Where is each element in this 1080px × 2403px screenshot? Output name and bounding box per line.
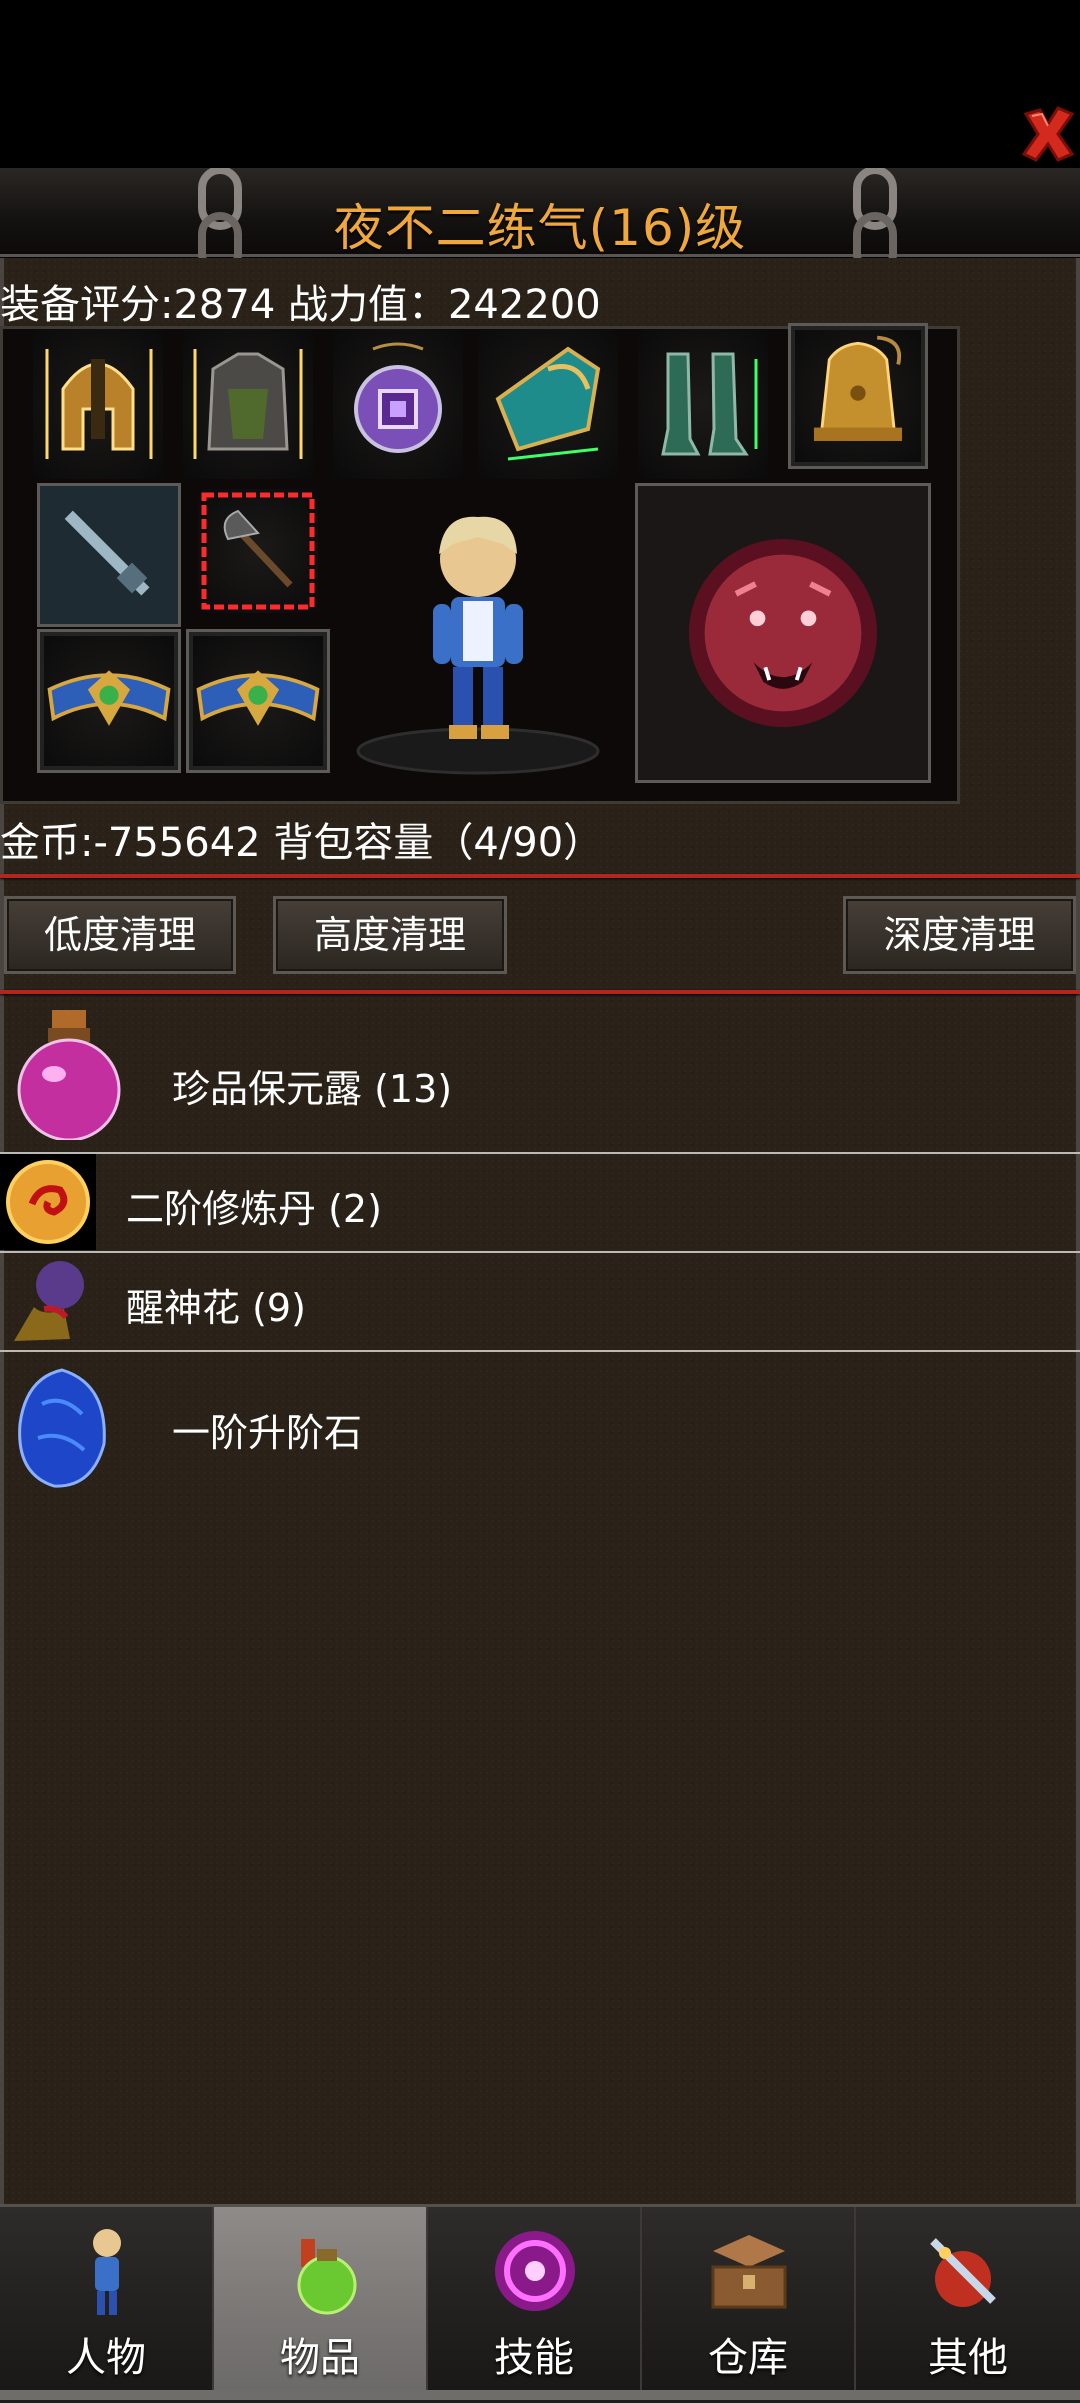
tab-label: 其他 [928,2335,1008,2381]
equipment-area [0,323,960,804]
items-bag-icon [297,2239,357,2315]
boots-icon [661,352,758,456]
bracer-slot[interactable] [478,329,618,479]
bell-slot[interactable] [788,323,928,469]
belt-slot-2[interactable] [186,629,330,773]
list-item[interactable]: 珍品保元露 (13) [0,996,1080,1152]
armor-slot[interactable] [183,329,313,479]
character-icon [93,2229,121,2315]
skill-orb-icon [495,2231,575,2311]
amulet-icon [354,342,442,453]
bottom-strip [0,2390,1080,2400]
bracer-icon [495,346,601,461]
tab-skills[interactable]: 技能 [428,2207,642,2400]
list-item[interactable]: 二阶修炼丹 (2) [0,1154,1080,1250]
helmet-icon [45,349,153,459]
sword-icon [40,486,178,624]
gold-and-capacity: 金币:-755642 背包容量（4/90） [0,820,604,866]
bell-icon [813,335,903,441]
belt-icon [196,670,320,726]
item-name: 一阶升阶石 [172,1411,363,1455]
other-icon [930,2238,996,2307]
low-clean-button[interactable]: 低度清理 [4,896,236,974]
blue-stone-icon [18,1368,106,1488]
belt-icon [47,670,171,726]
chest-icon [711,2235,787,2309]
flower-icon [14,1261,84,1341]
deep-clean-button[interactable]: 深度清理 [843,896,1076,974]
close-button[interactable] [1018,104,1078,164]
boots-slot[interactable] [638,329,768,479]
list-item[interactable]: 一阶升阶石 [0,1352,1080,1502]
item-name: 醒神花 (9) [126,1286,306,1330]
item-name: 珍品保元露 (13) [172,1067,453,1111]
mount-slot[interactable] [635,483,931,783]
divider-line [0,874,1080,878]
tab-items[interactable]: 物品 [214,2207,428,2400]
belt-slot-1[interactable] [37,629,181,773]
close-x-icon [1021,106,1075,162]
axe-icon [201,492,315,610]
item-name: 二阶修炼丹 (2) [126,1187,382,1231]
character-title: 夜不二练气(16)级 [333,199,747,257]
high-clean-button[interactable]: 高度清理 [273,896,507,974]
tab-label: 人物 [66,2335,146,2381]
axe-slot[interactable] [198,489,318,613]
divider-line [0,990,1080,994]
tab-label: 技能 [494,2335,574,2381]
armor-icon [193,349,303,459]
pill-icon-frame [0,1154,96,1250]
helmet-slot[interactable] [33,329,163,479]
amulet-slot[interactable] [333,329,463,479]
weapon-slot[interactable] [37,483,181,627]
equipment-stats: 装备评分:2874 战力值：242200 [0,282,601,328]
character-avatar [353,489,603,789]
tab-label: 物品 [280,2335,360,2381]
character-icon [356,516,600,775]
potion-icon [17,1010,121,1140]
pill-icon [6,1160,90,1244]
tab-other[interactable]: 其他 [856,2207,1080,2400]
tab-character[interactable]: 人物 [0,2207,214,2400]
tab-label: 仓库 [708,2335,788,2381]
tiger-mount-icon [638,486,928,780]
tab-warehouse[interactable]: 仓库 [642,2207,856,2400]
list-item[interactable]: 醒神花 (9) [0,1253,1080,1349]
